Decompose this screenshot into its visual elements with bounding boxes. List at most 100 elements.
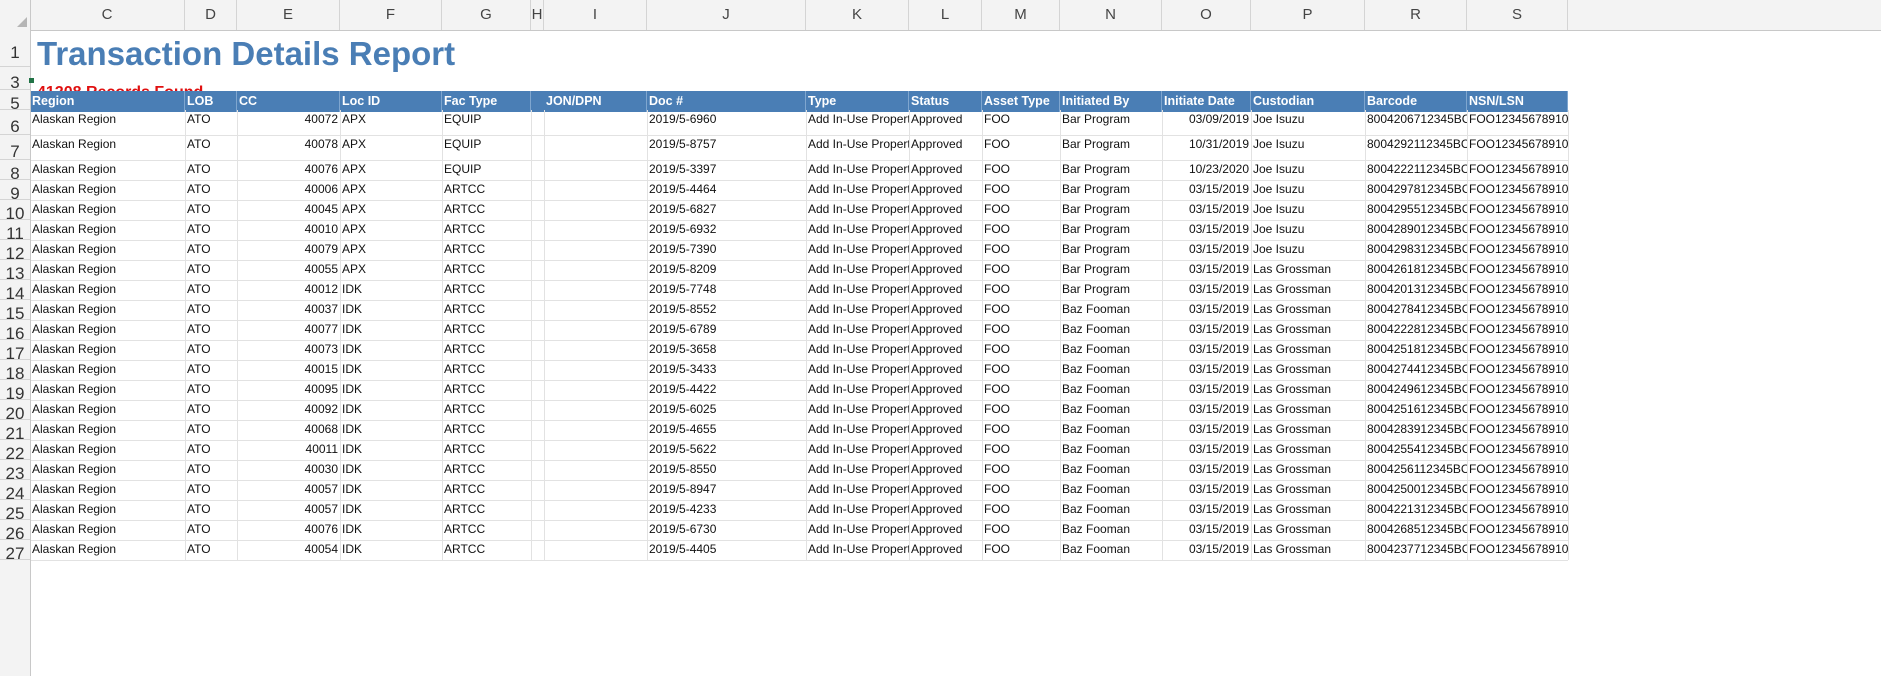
table-cell[interactable]: 8004251812345BC1 (1365, 342, 1467, 357)
table-cell[interactable]: Approved (909, 262, 982, 277)
table-cell[interactable]: Alaskan Region (30, 202, 185, 217)
table-cell[interactable]: 40092 (237, 402, 340, 417)
table-cell[interactable]: FOO12345678910 (1467, 182, 1568, 197)
table-cell[interactable]: FOO12345678910 (1467, 162, 1568, 177)
table-cell[interactable]: FOO12345678910 (1467, 382, 1568, 397)
column-header-l[interactable]: L (909, 0, 982, 30)
table-cell[interactable]: ATO (185, 137, 237, 152)
table-header-cell[interactable]: Doc # (647, 91, 806, 112)
table-cell[interactable]: 8004283912345BC4 (1365, 422, 1467, 437)
table-cell[interactable]: ATO (185, 182, 237, 197)
table-cell[interactable]: Las Grossman (1251, 462, 1365, 477)
table-cell[interactable]: Bar Program (1060, 112, 1162, 127)
table-cell[interactable]: FOO12345678910 (1467, 342, 1568, 357)
table-cell[interactable]: 40068 (237, 422, 340, 437)
table-cell[interactable]: ARTCC (442, 182, 531, 197)
table-cell[interactable]: Baz Fooman (1060, 422, 1162, 437)
table-cell[interactable]: Add In-Use Property (806, 262, 909, 277)
table-cell[interactable]: 2019/5-4655 (647, 422, 806, 437)
table-cell[interactable]: 2019/5-6730 (647, 522, 806, 537)
row-header-20[interactable]: 20 (0, 400, 30, 423)
table-cell[interactable]: 03/15/2019 (1162, 502, 1251, 517)
table-header-cell[interactable]: LOB (185, 91, 237, 112)
table-cell[interactable]: 8004295512345BC2 (1365, 202, 1467, 217)
table-cell[interactable]: 40072 (237, 112, 340, 127)
table-cell[interactable]: ATO (185, 262, 237, 277)
table-cell[interactable]: Las Grossman (1251, 322, 1365, 337)
table-cell[interactable]: FOO (982, 242, 1060, 257)
table-cell[interactable]: FOO12345678910 (1467, 322, 1568, 337)
table-cell[interactable]: FOO (982, 262, 1060, 277)
table-cell[interactable]: 03/15/2019 (1162, 262, 1251, 277)
table-cell[interactable]: Add In-Use Property (806, 222, 909, 237)
table-cell[interactable]: FOO (982, 282, 1060, 297)
table-cell[interactable]: FOO (982, 482, 1060, 497)
table-cell[interactable]: Alaskan Region (30, 382, 185, 397)
table-cell[interactable]: Bar Program (1060, 262, 1162, 277)
table-cell[interactable]: Las Grossman (1251, 262, 1365, 277)
row-header-9[interactable]: 9 (0, 180, 30, 203)
table-cell[interactable]: 40073 (237, 342, 340, 357)
table-cell[interactable]: ATO (185, 422, 237, 437)
table-cell[interactable]: Las Grossman (1251, 342, 1365, 357)
table-cell[interactable]: ARTCC (442, 382, 531, 397)
table-cell[interactable]: 2019/5-3433 (647, 362, 806, 377)
table-cell[interactable]: 8004278412345BC5 (1365, 302, 1467, 317)
column-header-j[interactable]: J (647, 0, 806, 30)
table-cell[interactable]: 03/15/2019 (1162, 202, 1251, 217)
table-cell[interactable]: FOO (982, 362, 1060, 377)
row-header-21[interactable]: 21 (0, 420, 30, 443)
table-cell[interactable]: 10/23/2020 (1162, 162, 1251, 177)
table-cell[interactable]: Joe Isuzu (1251, 202, 1365, 217)
table-cell[interactable]: FOO12345678910 (1467, 482, 1568, 497)
table-cell[interactable]: IDK (340, 442, 442, 457)
table-cell[interactable]: 2019/5-6789 (647, 322, 806, 337)
table-cell[interactable]: 2019/5-4464 (647, 182, 806, 197)
table-cell[interactable]: 03/15/2019 (1162, 442, 1251, 457)
table-cell[interactable]: 2019/5-6932 (647, 222, 806, 237)
table-cell[interactable]: IDK (340, 362, 442, 377)
table-cell[interactable]: IDK (340, 462, 442, 477)
table-cell[interactable]: 8004261812345BC4 (1365, 262, 1467, 277)
table-cell[interactable]: 03/15/2019 (1162, 342, 1251, 357)
table-cell[interactable]: FOO (982, 162, 1060, 177)
table-cell[interactable]: Alaskan Region (30, 137, 185, 152)
table-cell[interactable]: Approved (909, 222, 982, 237)
table-cell[interactable]: Approved (909, 482, 982, 497)
table-cell[interactable]: FOO12345678910 (1467, 202, 1568, 217)
table-cell[interactable]: ARTCC (442, 522, 531, 537)
table-cell[interactable]: 40055 (237, 262, 340, 277)
table-header-cell[interactable]: Status (909, 91, 982, 112)
table-cell[interactable]: Add In-Use Property (806, 462, 909, 477)
column-header-i[interactable]: I (544, 0, 647, 30)
table-cell[interactable]: 2019/5-4405 (647, 542, 806, 557)
table-cell[interactable]: Approved (909, 182, 982, 197)
table-cell[interactable]: Approved (909, 522, 982, 537)
row-header-14[interactable]: 14 (0, 280, 30, 303)
table-cell[interactable]: ATO (185, 362, 237, 377)
table-cell[interactable]: IDK (340, 342, 442, 357)
table-cell[interactable]: Baz Fooman (1060, 302, 1162, 317)
table-cell[interactable]: Alaskan Region (30, 162, 185, 177)
table-cell[interactable]: Approved (909, 422, 982, 437)
column-header-g[interactable]: G (442, 0, 531, 30)
table-cell[interactable]: Alaskan Region (30, 522, 185, 537)
table-cell[interactable]: 2019/5-6025 (647, 402, 806, 417)
table-header-cell[interactable]: Initiated By (1060, 91, 1162, 112)
table-header-cell[interactable]: Asset Type (982, 91, 1060, 112)
table-cell[interactable]: 40006 (237, 182, 340, 197)
table-cell[interactable]: 2019/5-6827 (647, 202, 806, 217)
table-cell[interactable]: Add In-Use Property (806, 282, 909, 297)
table-header-cell[interactable]: NSN/LSN (1467, 91, 1568, 112)
table-cell[interactable]: ATO (185, 482, 237, 497)
table-cell[interactable]: ATO (185, 112, 237, 127)
table-cell[interactable]: Alaskan Region (30, 302, 185, 317)
row-header-25[interactable]: 25 (0, 500, 30, 523)
table-cell[interactable]: FOO (982, 137, 1060, 152)
table-cell[interactable]: Baz Fooman (1060, 402, 1162, 417)
table-cell[interactable]: 8004292112345BC5 (1365, 137, 1467, 152)
table-cell[interactable]: Alaskan Region (30, 262, 185, 277)
row-header-23[interactable]: 23 (0, 460, 30, 483)
table-cell[interactable]: ATO (185, 382, 237, 397)
table-cell[interactable]: ATO (185, 342, 237, 357)
